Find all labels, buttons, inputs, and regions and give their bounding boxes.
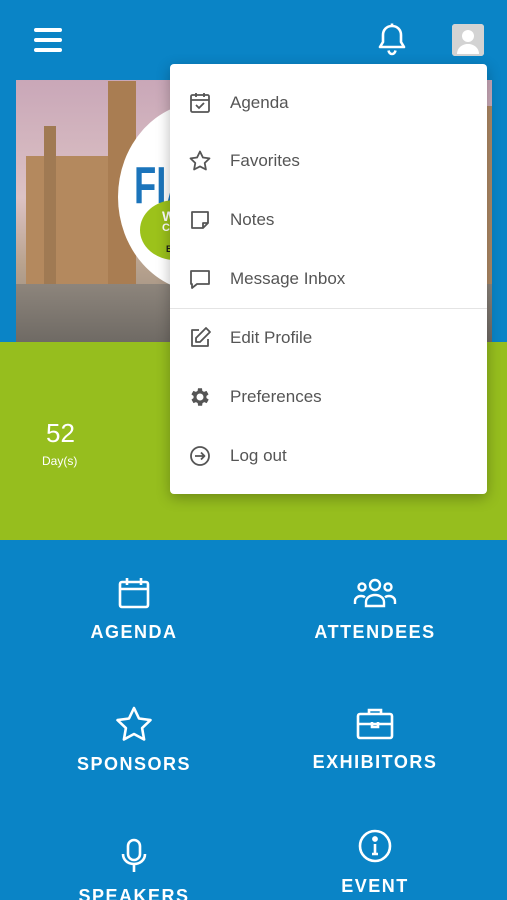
briefcase-icon [356, 708, 394, 740]
calendar-icon [118, 578, 150, 609]
bell-icon[interactable] [376, 22, 408, 58]
edit-icon [191, 327, 211, 347]
tile-label: EVENT [341, 876, 409, 896]
menu-item-agenda[interactable]: Agenda [170, 74, 487, 132]
countdown-unit: Day(s) [42, 454, 78, 468]
people-icon [353, 578, 397, 608]
star-icon [116, 706, 152, 741]
tile-label: SPONSORS [76, 754, 192, 774]
menu-item-edit-profile[interactable]: Edit Profile [170, 309, 487, 367]
countdown-value: 52 [46, 418, 75, 448]
calendar-check-icon [190, 93, 210, 113]
menu-item-favorites[interactable]: Favorites [170, 132, 487, 190]
menu-item-preferences[interactable]: Preferences [170, 368, 487, 426]
star-icon [189, 150, 211, 171]
menu-item-log-out[interactable]: Log out [170, 427, 487, 485]
tile-label: SPEAKERS [78, 886, 190, 900]
tile-attendees[interactable]: ATTENDEES [275, 576, 475, 643]
feature-grid: AGENDA ATTENDEES SPONSORS EXHIBITORS SPE… [0, 540, 507, 900]
menu-item-notes[interactable]: Notes [170, 191, 487, 249]
note-icon [191, 211, 209, 229]
logout-icon [190, 446, 210, 466]
hamburger-icon[interactable] [34, 28, 62, 52]
tile-label: ATTENDEES [314, 622, 436, 642]
tile-sponsors[interactable]: SPONSORS [34, 706, 234, 775]
gear-icon [191, 388, 209, 406]
tile-agenda[interactable]: AGENDA [34, 576, 234, 643]
user-avatar-icon[interactable] [452, 24, 484, 56]
message-icon [190, 270, 210, 289]
user-dropdown-menu: Agenda Favorites Notes Message Inbox Edi… [170, 64, 487, 494]
tile-exhibitors[interactable]: EXHIBITORS [275, 706, 475, 773]
tile-label: EXHIBITORS [312, 752, 438, 772]
info-icon [358, 829, 392, 863]
microphone-icon [121, 838, 147, 872]
tile-speakers[interactable]: SPEAKERS [34, 838, 234, 900]
tile-event[interactable]: EVENT [275, 828, 475, 897]
tile-label: AGENDA [90, 622, 178, 642]
menu-item-message-inbox[interactable]: Message Inbox [170, 250, 487, 308]
